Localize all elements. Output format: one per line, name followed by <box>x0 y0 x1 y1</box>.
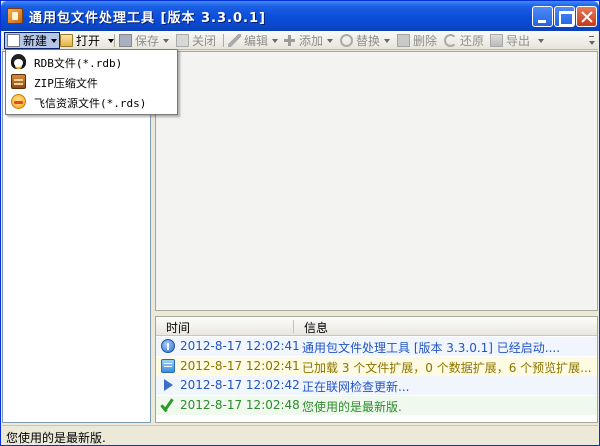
maximize-button[interactable] <box>554 6 575 27</box>
menu-item-rdb[interactable]: RDB文件(*.rdb) <box>6 52 177 72</box>
log-message: 正在联网检查更新... <box>302 380 410 394</box>
message-icon <box>161 358 175 373</box>
log-time: 2012-8-17 12:02:48 <box>180 397 300 412</box>
chevron-down-icon <box>163 38 170 43</box>
log-list[interactable]: 时间 信息 2012-8-17 12:02:41 通用包文件处理工具 [版本 3.… <box>155 316 598 423</box>
chevron-down-icon <box>327 38 334 43</box>
close-button-label: 关闭 <box>192 34 217 48</box>
close-window-button[interactable] <box>576 6 597 27</box>
play-icon <box>164 379 173 391</box>
log-row[interactable]: 2012-8-17 12:02:42 正在联网检查更新... <box>156 376 597 395</box>
plus-icon <box>283 34 296 47</box>
log-row[interactable]: 2012-8-17 12:02:48 您使用的是最新版. <box>156 395 597 415</box>
column-divider[interactable] <box>293 320 294 333</box>
log-row[interactable]: 2012-8-17 12:02:41 通用包文件处理工具 [版本 3.3.0.1]… <box>156 337 597 356</box>
save-icon <box>119 34 132 47</box>
new-button[interactable]: 新建 <box>4 32 61 49</box>
minimize-button[interactable] <box>532 6 553 27</box>
column-header-message[interactable]: 信息 <box>304 319 328 336</box>
add-button[interactable]: 添加 <box>283 32 334 49</box>
chevron-down-icon <box>538 38 545 43</box>
toolbar: 新建 打开 保存 关闭 编辑 添加 替换 删除 还原 导出 <box>2 31 598 50</box>
export-icon <box>490 34 503 47</box>
edit-button-label: 编辑 <box>244 34 269 48</box>
status-bar: 您使用的是最新版. <box>2 425 598 445</box>
close-button[interactable]: 关闭 <box>176 32 216 49</box>
restore-button[interactable]: 还原 <box>444 32 484 49</box>
chevron-down-icon <box>384 38 391 43</box>
title-bar[interactable]: 通用包文件处理工具 [版本 3.3.0.1] <box>1 1 599 31</box>
replace-button[interactable]: 替换 <box>340 32 391 49</box>
open-button-label: 打开 <box>76 34 101 48</box>
replace-button-label: 替换 <box>356 34 381 48</box>
log-time: 2012-8-17 12:02:42 <box>180 378 300 392</box>
toolbar-overflow-icon[interactable] <box>588 34 596 47</box>
fetion-icon <box>11 94 26 109</box>
toolbar-divider <box>114 34 115 47</box>
preview-pane[interactable] <box>155 51 598 311</box>
column-header-time[interactable]: 时间 <box>166 319 190 336</box>
menu-item-label: RDB文件(*.rdb) <box>34 57 123 70</box>
delete-button[interactable]: 删除 <box>397 32 437 49</box>
delete-button-label: 删除 <box>413 34 438 48</box>
menu-item-label: ZIP压缩文件 <box>34 77 98 90</box>
delete-icon <box>397 34 410 47</box>
new-file-icon <box>7 34 20 47</box>
log-message: 已加载 3 个文件扩展，0 个数据扩展，6 个预览扩展... <box>302 360 592 375</box>
open-button[interactable]: 打开 <box>60 32 115 49</box>
penguin-icon <box>11 54 26 69</box>
folder-icon <box>60 34 73 47</box>
log-row[interactable]: 2012-8-17 12:02:41 已加载 3 个文件扩展，0 个数据扩展，6 … <box>156 356 597 376</box>
main-window: 通用包文件处理工具 [版本 3.3.0.1] 新建 打开 保存 关闭 编辑 添加… <box>0 0 600 446</box>
app-icon[interactable] <box>7 8 23 24</box>
export-button-label: 导出 <box>506 34 531 48</box>
window-title: 通用包文件处理工具 [版本 3.3.0.1] <box>29 11 266 26</box>
log-time: 2012-8-17 12:02:41 <box>180 358 300 373</box>
new-button-label: 新建 <box>23 34 48 48</box>
info-icon <box>161 339 175 353</box>
menu-item-zip[interactable]: ZIP压缩文件 <box>6 72 177 92</box>
restore-icon <box>444 34 457 47</box>
log-time: 2012-8-17 12:02:41 <box>180 339 300 353</box>
zip-archive-icon <box>11 74 26 89</box>
restore-button-label: 还原 <box>460 34 485 48</box>
add-button-label: 添加 <box>299 34 324 48</box>
log-header: 时间 信息 <box>156 317 597 336</box>
chevron-down-icon <box>51 38 58 43</box>
export-button[interactable]: 导出 <box>490 32 545 49</box>
chevron-down-icon <box>272 38 279 43</box>
checkmark-icon <box>161 398 175 412</box>
close-file-icon <box>176 34 189 47</box>
edit-button[interactable]: 编辑 <box>228 32 279 49</box>
toolbar-divider <box>223 34 224 47</box>
save-button[interactable]: 保存 <box>119 32 170 49</box>
log-message: 您使用的是最新版. <box>302 399 402 414</box>
new-file-menu: RDB文件(*.rdb) ZIP压缩文件 飞信资源文件(*.rds) <box>5 49 178 115</box>
replace-icon <box>340 34 353 47</box>
pencil-icon <box>228 34 241 47</box>
status-text: 您使用的是最新版. <box>6 431 106 445</box>
save-button-label: 保存 <box>135 34 160 48</box>
menu-item-label: 飞信资源文件(*.rds) <box>34 97 147 110</box>
log-message: 通用包文件处理工具 [版本 3.3.0.1] 已经启动.... <box>302 341 561 355</box>
menu-item-rds[interactable]: 飞信资源文件(*.rds) <box>6 92 177 112</box>
